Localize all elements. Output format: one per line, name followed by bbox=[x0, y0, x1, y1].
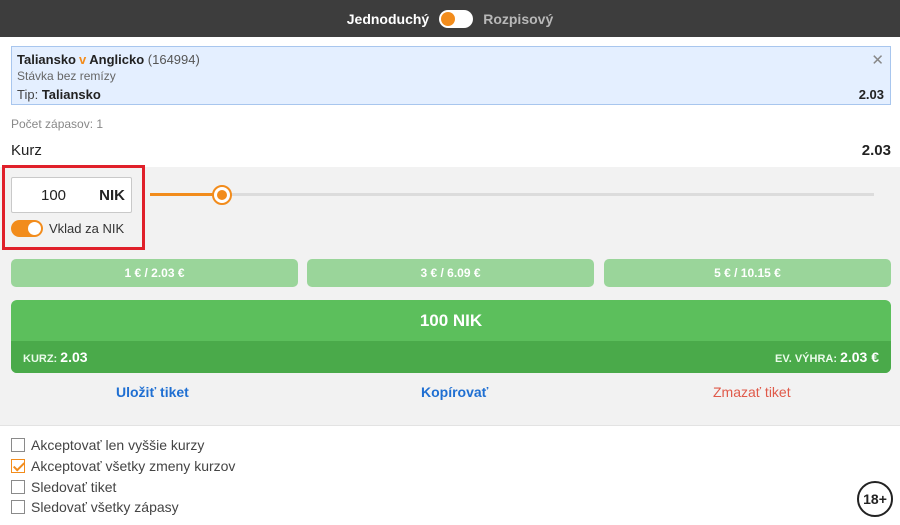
place-bet-amount: 100 NIK bbox=[419, 310, 483, 330]
total-odds-value: 2.03 bbox=[861, 142, 891, 159]
away-team: Anglicko bbox=[89, 52, 145, 67]
quick-stake-3[interactable]: 5 € / 10.15 € bbox=[604, 259, 891, 287]
checkbox[interactable] bbox=[11, 459, 25, 473]
option-all-odds-changes[interactable]: Akceptovať všetky zmeny kurzov bbox=[11, 458, 235, 474]
potential-win-label: EV. VÝHRA: bbox=[775, 353, 837, 365]
potential-win: EV. VÝHRA: 2.03 € bbox=[775, 349, 879, 365]
checkbox[interactable] bbox=[11, 438, 25, 452]
option-higher-odds[interactable]: Akceptovať len vyššie kurzy bbox=[11, 437, 204, 453]
bet-selection-card: Taliansko v Anglicko (164994) Stávka bez r… bbox=[11, 46, 891, 105]
market-name: Stávka bez remízy bbox=[17, 69, 116, 83]
option-label: Akceptovať všetky zmeny kurzov bbox=[31, 458, 236, 474]
mode-switch-bar: Jednoduchý Rozpisový bbox=[0, 0, 900, 37]
total-odds-label: Kurz bbox=[11, 142, 42, 159]
tip-line: Tip: Taliansko bbox=[17, 87, 101, 102]
highlight-box bbox=[2, 165, 145, 250]
versus-label: v bbox=[79, 52, 87, 67]
tip-label: Tip: bbox=[17, 87, 39, 102]
event-id: (164994) bbox=[147, 52, 200, 67]
delete-ticket-link[interactable]: Zmazať tiket bbox=[713, 384, 791, 400]
mode-system-label[interactable]: Rozpisový bbox=[483, 11, 553, 27]
quick-stake-2[interactable]: 3 € / 6.09 € bbox=[307, 259, 594, 287]
option-follow-ticket[interactable]: Sledovať tiket bbox=[11, 479, 116, 495]
option-label: Sledovať všetky zápasy bbox=[31, 499, 179, 515]
place-odds-value: 2.03 bbox=[60, 349, 88, 365]
divider bbox=[0, 425, 900, 426]
place-bet-summary: KURZ: 2.03 EV. VÝHRA: 2.03 € bbox=[11, 341, 891, 373]
copy-ticket-link[interactable]: Kopírovať bbox=[421, 384, 488, 400]
option-follow-all-matches[interactable]: Sledovať všetky zápasy bbox=[11, 499, 179, 515]
option-label: Sledovať tiket bbox=[31, 479, 117, 495]
option-label: Akceptovať len vyššie kurzy bbox=[31, 437, 205, 453]
potential-win-value: 2.03 € bbox=[840, 349, 879, 365]
stake-slider-track[interactable] bbox=[150, 193, 874, 196]
place-odds-label: KURZ: bbox=[23, 353, 58, 365]
home-team: Taliansko bbox=[17, 52, 77, 67]
place-odds: KURZ: 2.03 bbox=[23, 349, 88, 365]
selection-odd: 2.03 bbox=[858, 87, 884, 102]
quick-stake-1[interactable]: 1 € / 2.03 € bbox=[11, 259, 298, 287]
save-ticket-link[interactable]: Uložiť tiket bbox=[116, 384, 189, 400]
mode-toggle[interactable] bbox=[439, 9, 474, 28]
tip-value: Taliansko bbox=[41, 87, 101, 102]
mode-simple-label[interactable]: Jednoduchý bbox=[347, 11, 429, 27]
match-count: Počet zápasov: 1 bbox=[11, 117, 104, 131]
age-18-badge: 18+ bbox=[857, 481, 893, 517]
close-icon[interactable]: ✕ bbox=[871, 51, 884, 69]
toggle-knob bbox=[441, 11, 456, 26]
match-title: Taliansko v Anglicko (164994) bbox=[17, 52, 200, 67]
checkbox[interactable] bbox=[11, 500, 25, 514]
checkbox[interactable] bbox=[11, 480, 25, 494]
place-bet-button[interactable]: 100 NIK KURZ: 2.03 EV. VÝHRA: 2.03 € bbox=[11, 300, 891, 373]
